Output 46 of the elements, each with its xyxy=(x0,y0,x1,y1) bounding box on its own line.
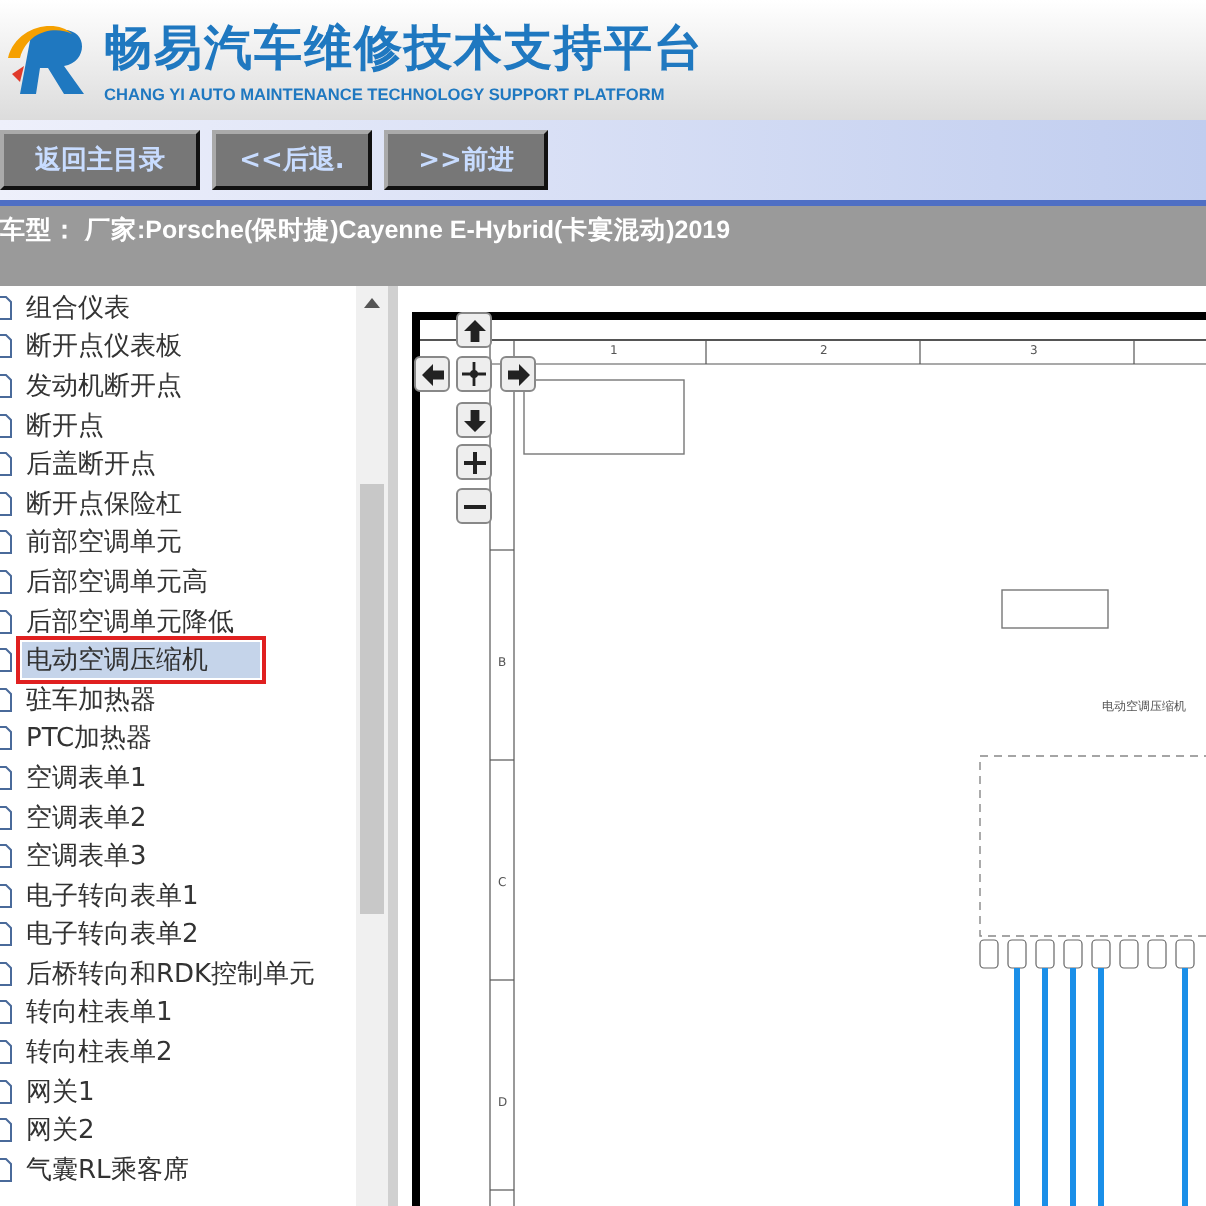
sidebar-item[interactable]: 转向柱表单2 xyxy=(22,1034,177,1071)
scrollbar[interactable] xyxy=(356,286,388,1206)
arrow-up-icon xyxy=(463,319,485,341)
sidebar-item[interactable]: PTC加热器 xyxy=(22,720,157,757)
sidebar-item[interactable]: 后盖断开点 xyxy=(22,446,160,483)
sidebar-item[interactable]: 断开点仪表板 xyxy=(22,328,186,365)
pan-right-button[interactable] xyxy=(500,356,536,392)
crosshair-icon xyxy=(462,362,486,386)
arrow-right-icon xyxy=(507,363,529,385)
connector-pin xyxy=(979,939,999,969)
plus-icon xyxy=(463,451,485,473)
sidebar-item[interactable]: 前部空调单元 xyxy=(22,524,186,561)
center-button[interactable] xyxy=(456,356,492,392)
vehicle-info: 车型： 厂家:Porsche(保时捷)Cayenne E-Hybrid(卡宴混动)2019 xyxy=(0,214,731,248)
sidebar-item[interactable]: 空调表单3 xyxy=(22,838,151,875)
arrow-down-icon xyxy=(463,409,485,431)
sidebar-item[interactable]: 组合仪表 xyxy=(22,289,134,326)
sidebar-item[interactable]: 电动空调压缩机 xyxy=(22,642,260,679)
sidebar-item[interactable]: 网关2 xyxy=(22,1112,99,1149)
sidebar-item[interactable]: 驻车加热器 xyxy=(22,681,160,718)
site-subtitle: CHANG YI AUTO MAINTENANCE TECHNOLOGY SUPPORT PLATFORM xyxy=(104,84,667,104)
sidebar-item[interactable]: 网关1 xyxy=(22,1073,99,1110)
arrow-left-icon xyxy=(421,363,443,385)
zoom-out-button[interactable] xyxy=(456,488,492,524)
pan-down-button[interactable] xyxy=(456,402,492,438)
sidebar-item[interactable]: 空调表单2 xyxy=(22,799,151,836)
sidebar-item[interactable]: 断开点保险杠 xyxy=(22,485,186,522)
minus-icon xyxy=(463,503,485,509)
sidebar-item[interactable]: 断开点 xyxy=(22,407,108,444)
sidebar-item[interactable]: 后桥转向和RDK控制单元 xyxy=(22,955,320,992)
pan-left-button[interactable] xyxy=(414,356,450,392)
sidebar-item[interactable]: 发动机断开点 xyxy=(22,367,186,404)
connector-pin xyxy=(1147,939,1167,969)
sidebar-item[interactable]: 电子转向表单2 xyxy=(22,916,203,953)
scroll-up-icon xyxy=(364,298,380,308)
zoom-in-button[interactable] xyxy=(456,444,492,480)
connector-pin xyxy=(1119,939,1139,969)
sidebar-item[interactable]: 空调表单1 xyxy=(22,759,151,796)
sidebar-item[interactable]: 转向柱表单1 xyxy=(22,994,177,1031)
sidebar-item[interactable]: 后部空调单元高 xyxy=(22,563,212,600)
pan-up-button[interactable] xyxy=(456,312,492,348)
sidebar-item[interactable]: 气囊RL乘客席 xyxy=(22,1151,193,1188)
sidebar-item[interactable]: 电子转向表单1 xyxy=(22,877,203,914)
sidebar-item[interactable]: 后部空调单元降低 xyxy=(22,603,238,640)
site-title: 畅易汽车维修技术支持平台 xyxy=(104,18,704,80)
component-box xyxy=(1001,589,1109,629)
